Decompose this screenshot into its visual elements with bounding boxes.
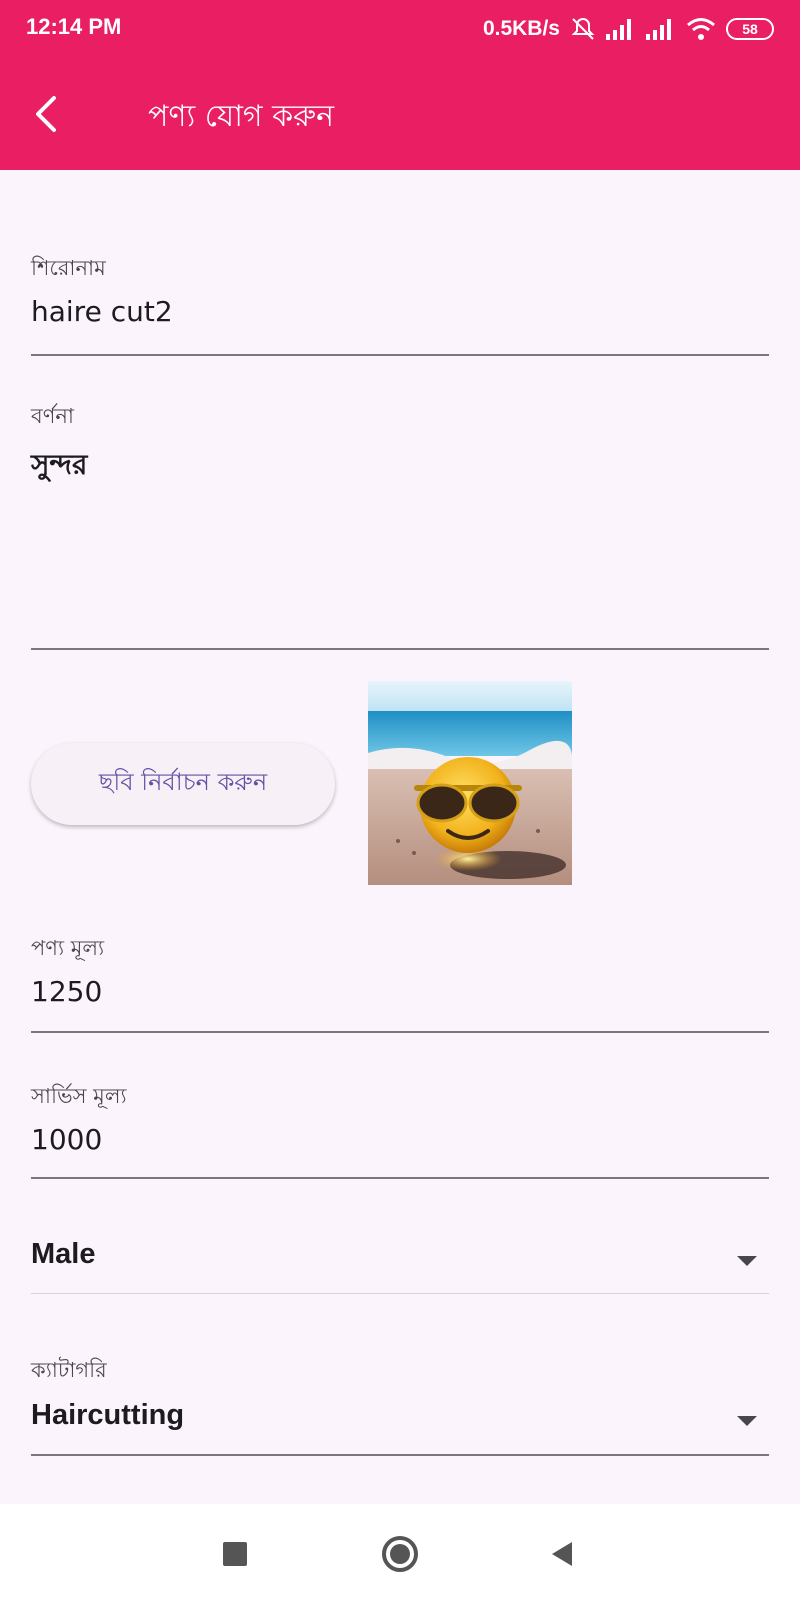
home-button[interactable] xyxy=(378,1532,422,1576)
back-nav-button[interactable] xyxy=(540,1532,584,1576)
title-field[interactable]: শিরোনাম haire cut2 xyxy=(31,252,769,356)
app-bar: পণ্য যোগ করুন xyxy=(0,58,800,170)
signal-icon xyxy=(606,19,631,40)
circle-home-icon xyxy=(382,1536,418,1572)
mute-icon xyxy=(571,17,595,40)
selected-image-preview xyxy=(368,681,572,885)
status-icons: 0.5KB/s 58 xyxy=(483,12,774,46)
service-price-field[interactable]: সার্ভিস মূল্য 1000 xyxy=(31,1080,769,1179)
title-input[interactable]: haire cut2 xyxy=(31,295,769,328)
category-label: ক্যাটাগরি xyxy=(31,1358,107,1382)
description-field[interactable]: বর্ণনা সুন্দর xyxy=(31,400,769,650)
status-time: 12:14 PM xyxy=(26,14,122,39)
chevron-left-icon xyxy=(36,96,56,132)
product-price-field[interactable]: পণ্য মূল্য 1250 xyxy=(31,932,769,1033)
wifi-icon xyxy=(687,18,715,40)
service-price-input[interactable]: 1000 xyxy=(31,1123,769,1156)
description-label: বর্ণনা xyxy=(31,404,75,428)
page-title: পণ্য যোগ করুন xyxy=(148,99,335,134)
caret-down-icon xyxy=(737,1416,757,1426)
triangle-back-icon xyxy=(552,1542,572,1566)
status-bar: 12:14 PM 0.5KB/s 58 xyxy=(0,0,800,58)
product-price-label: পণ্য মূল্য xyxy=(31,936,105,960)
caret-down-icon xyxy=(737,1256,757,1266)
pick-image-button[interactable]: ছবি নির্বাচন করুন xyxy=(31,743,335,825)
battery-icon: 58 xyxy=(726,18,774,40)
emoji-sunglasses-photo xyxy=(368,681,572,885)
gender-dropdown[interactable]: Male xyxy=(31,1238,769,1294)
square-icon xyxy=(223,1542,247,1566)
signal-icon xyxy=(646,19,671,40)
gender-value: Male xyxy=(31,1238,96,1270)
network-speed: 0.5KB/s xyxy=(482,17,560,40)
system-nav-bar xyxy=(0,1504,800,1600)
recents-button[interactable] xyxy=(213,1532,257,1576)
description-input[interactable]: সুন্দর xyxy=(31,443,769,490)
category-value: Haircutting xyxy=(31,1399,185,1431)
product-price-input[interactable]: 1250 xyxy=(31,975,769,1008)
service-price-label: সার্ভিস মূল্য xyxy=(31,1084,127,1108)
back-button[interactable] xyxy=(20,88,72,140)
title-label: শিরোনাম xyxy=(31,256,106,280)
category-dropdown[interactable]: ক্যাটাগরি Haircutting xyxy=(31,1354,769,1456)
